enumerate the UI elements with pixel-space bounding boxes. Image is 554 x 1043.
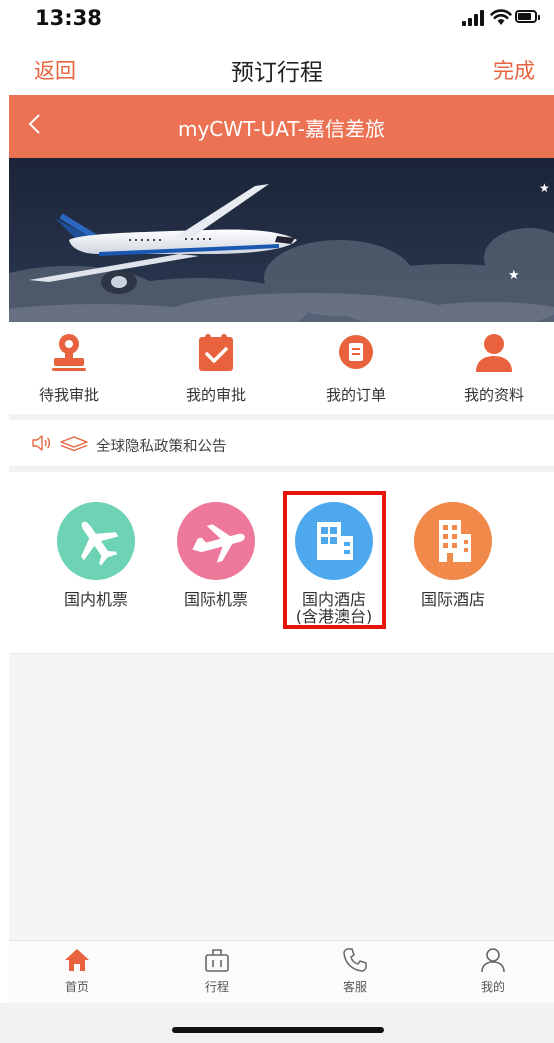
home-indicator[interactable] bbox=[172, 1027, 384, 1033]
profile-person-icon bbox=[476, 334, 512, 372]
phone-icon bbox=[343, 948, 367, 972]
service-domestic-flight[interactable]: 国内机票 bbox=[37, 502, 157, 642]
order-document-icon bbox=[339, 335, 373, 369]
status-time: 13:38 bbox=[35, 6, 102, 30]
quick-item-my-approval[interactable]: 我的审批 bbox=[156, 332, 276, 412]
tab-home[interactable]: 首页 bbox=[17, 941, 137, 1003]
service-international-hotel[interactable]: 国际酒店 bbox=[394, 502, 514, 642]
user-icon bbox=[481, 948, 505, 973]
section-divider bbox=[9, 466, 554, 472]
svg-text:★: ★ bbox=[508, 268, 520, 283]
wifi-icon bbox=[490, 9, 512, 25]
home-icon bbox=[65, 949, 89, 971]
itinerary-icon bbox=[205, 949, 229, 972]
notice-bar[interactable]: 全球隐私政策和公告 bbox=[9, 420, 554, 466]
service-label: 国际酒店 bbox=[420, 590, 485, 609]
status-bar: 13:38 bbox=[0, 0, 554, 40]
signal-icon bbox=[462, 10, 484, 26]
notice-text[interactable]: 全球隐私政策和公告 bbox=[96, 435, 227, 456]
service-international-flight[interactable]: 国际机票 bbox=[157, 502, 277, 642]
speaker-icon bbox=[32, 435, 51, 451]
domestic-flight-icon bbox=[57, 502, 135, 580]
header-title: myCWT-UAT-嘉信差旅 bbox=[177, 117, 386, 141]
tab-label: 首页 bbox=[64, 980, 89, 994]
quick-item-pending-approval[interactable]: 待我审批 bbox=[9, 332, 129, 412]
nav-title: 预订行程 bbox=[231, 60, 323, 86]
battery-icon bbox=[515, 10, 540, 23]
calendar-check-icon bbox=[199, 334, 233, 371]
tab-label: 我的 bbox=[480, 980, 505, 994]
service-label: 国内机票 bbox=[63, 590, 128, 609]
highlight-box bbox=[283, 491, 386, 629]
pending-approval-icon bbox=[52, 334, 86, 371]
layers-icon bbox=[60, 436, 88, 452]
tab-label: 客服 bbox=[342, 980, 367, 994]
international-flight-icon bbox=[177, 502, 255, 580]
quick-item-label: 待我审批 bbox=[38, 386, 99, 404]
tab-mine[interactable]: 我的 bbox=[433, 941, 553, 1003]
home-indicator-area bbox=[0, 1003, 554, 1043]
app-header: myCWT-UAT-嘉信差旅 bbox=[9, 95, 554, 158]
quick-item-label: 我的资料 bbox=[463, 386, 524, 404]
svg-text:★: ★ bbox=[539, 181, 550, 195]
international-hotel-icon bbox=[414, 502, 492, 580]
tab-customer-service[interactable]: 客服 bbox=[295, 941, 415, 1003]
quick-item-my-profile[interactable]: 我的资料 bbox=[434, 332, 554, 412]
nav-done-button[interactable]: 完成 bbox=[493, 55, 535, 85]
banner-image[interactable]: ★ ★ bbox=[9, 158, 554, 322]
tab-label: 行程 bbox=[204, 980, 229, 994]
service-label: 国际机票 bbox=[183, 590, 248, 609]
quick-item-label: 我的订单 bbox=[325, 386, 386, 404]
quick-item-my-orders[interactable]: 我的订单 bbox=[296, 332, 416, 412]
quick-item-label: 我的审批 bbox=[185, 386, 246, 404]
tab-itinerary[interactable]: 行程 bbox=[157, 941, 277, 1003]
empty-content-area bbox=[9, 654, 554, 940]
tab-bar: 首页 行程 客服 我的 bbox=[9, 940, 554, 1003]
